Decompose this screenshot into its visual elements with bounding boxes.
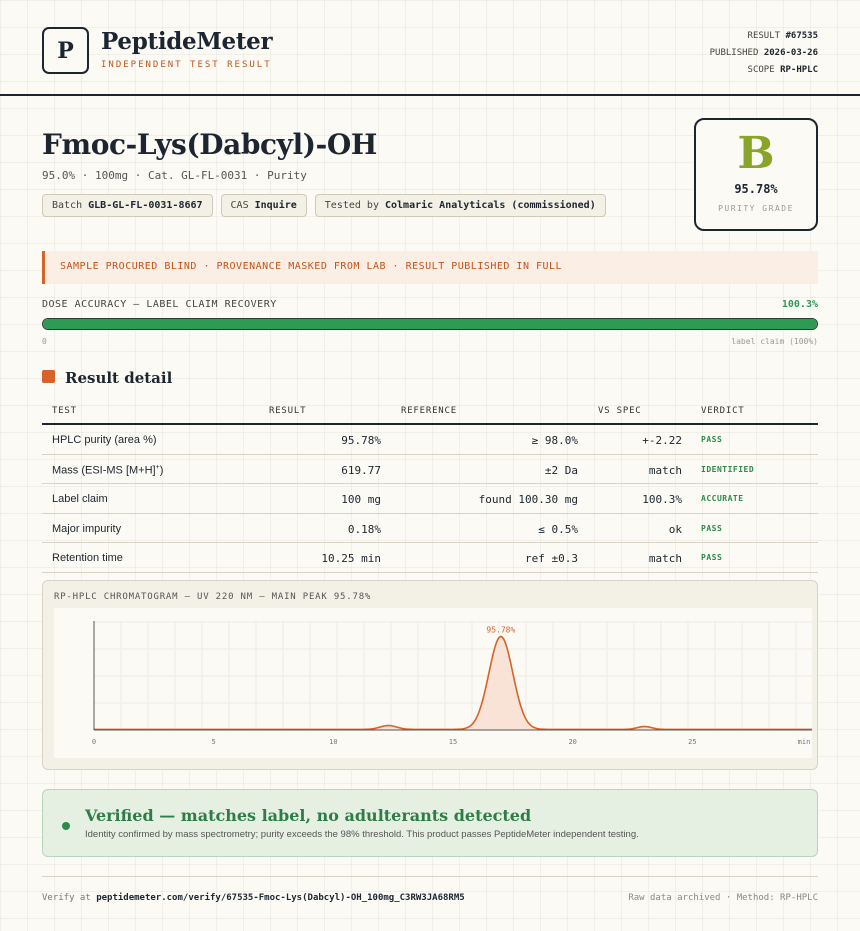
x-tick-label: 10 bbox=[329, 738, 337, 746]
cell-verdict: PASS bbox=[701, 523, 723, 533]
grade-letter: B bbox=[737, 128, 775, 179]
cell-verdict: ACCURATE bbox=[701, 494, 744, 503]
verified-dot-icon bbox=[62, 822, 70, 830]
cell-vs-spec: +-2.22 bbox=[642, 434, 682, 447]
chromatogram-svg: 0 5 10 15 20 25 min 95.78% bbox=[92, 621, 812, 746]
dose-accuracy-label: DOSE ACCURACY — LABEL CLAIM RECOVERY bbox=[42, 299, 277, 310]
table-header: TEST RESULT REFERENCE VS SPEC VERDICT bbox=[42, 400, 818, 425]
x-tick-label: 15 bbox=[449, 738, 457, 746]
table-row: Mass (ESI-MS [M+H]+) 619.77 ±2 Da match … bbox=[42, 455, 818, 484]
brand-name: PeptideMeter bbox=[101, 28, 273, 55]
cell-test: Mass (ESI-MS [M+H]+) bbox=[52, 463, 164, 477]
cell-test: Retention time bbox=[52, 552, 123, 564]
cell-verdict: IDENTIFIED bbox=[701, 464, 755, 474]
cell-reference: ref ±0.3 bbox=[525, 552, 578, 565]
dose-accuracy-bar bbox=[42, 318, 818, 330]
tested-by-chip: Tested by Colmaric Analyticals (commissi… bbox=[314, 194, 606, 217]
cas-chip: CAS Inquire bbox=[220, 194, 307, 217]
verify-link[interactable]: peptidemeter.com/verify/67535-Fmoc-Lys(D… bbox=[96, 893, 464, 903]
dose-accuracy-fill bbox=[43, 319, 817, 329]
table-row: Retention time 10.25 min ref ±0.3 match … bbox=[42, 543, 818, 573]
meta-result: RESULT #67535 bbox=[747, 31, 818, 41]
cell-reference: ±2 Da bbox=[544, 463, 578, 477]
cell-result: 100 mg bbox=[341, 493, 381, 506]
x-unit-label: min bbox=[798, 738, 811, 746]
x-tick-label: 25 bbox=[688, 738, 696, 746]
col-test: TEST bbox=[52, 406, 77, 416]
col-reference: REFERENCE bbox=[401, 406, 457, 416]
table-row: Major impurity 0.18% ≤ 0.5% ok PASS bbox=[42, 514, 818, 543]
cell-reference: ≥ 98.0% bbox=[531, 434, 578, 447]
purity-grade-card: B 95.78% PURITY GRADE bbox=[694, 118, 818, 231]
peak-label: 95.78% bbox=[486, 626, 515, 635]
meta-published: PUBLISHED 2026-03-26 bbox=[709, 48, 818, 58]
table-row: HPLC purity (area %) 95.78% ≥ 98.0% +-2.… bbox=[42, 425, 818, 455]
cell-vs-spec: ok bbox=[668, 522, 682, 536]
cell-result: 10.25 min bbox=[321, 552, 381, 565]
product-chips: Batch GLB-GL-FL-0031-8667 CAS Inquire Te… bbox=[42, 194, 606, 217]
x-tick-label: 5 bbox=[212, 738, 216, 746]
col-result: RESULT bbox=[269, 406, 307, 416]
grade-label: PURITY GRADE bbox=[718, 204, 794, 213]
section-marker bbox=[42, 370, 55, 383]
cell-result: 619.77 bbox=[341, 463, 381, 477]
cell-test: Major impurity bbox=[52, 522, 122, 535]
chromatogram-card: RP-HPLC CHROMATOGRAM — UV 220 NM — MAIN … bbox=[42, 580, 818, 770]
verified-body: Identity confirmed by mass spectrometry;… bbox=[85, 829, 639, 840]
dose-accuracy-value: 100.3% bbox=[781, 299, 818, 310]
result-table: TEST RESULT REFERENCE VS SPEC VERDICT HP… bbox=[42, 400, 818, 573]
x-tick-label: 20 bbox=[568, 738, 576, 746]
cell-reference: found 100.30 mg bbox=[478, 493, 578, 506]
cell-test: Label claim bbox=[52, 493, 108, 505]
chart-plot-area: 0 5 10 15 20 25 min 95.78% bbox=[54, 608, 812, 758]
cell-result: 95.78% bbox=[341, 434, 381, 447]
cell-test: HPLC purity (area %) bbox=[52, 434, 157, 446]
verified-title: Verified — matches label, no adulterants… bbox=[85, 806, 532, 825]
table-row: Label claim 100 mg found 100.30 mg 100.3… bbox=[42, 484, 818, 514]
page-header: P PeptideMeter INDEPENDENT TEST RESULT R… bbox=[0, 0, 860, 96]
verify-line: Verify at peptidemeter.com/verify/67535-… bbox=[42, 893, 465, 903]
section-title: Result detail bbox=[65, 369, 173, 387]
cell-result: 0.18% bbox=[347, 522, 381, 536]
footer-divider bbox=[42, 876, 818, 877]
result-meta: RESULT #67535 PUBLISHED 2026-03-26 SCOPE… bbox=[710, 28, 818, 79]
cell-vs-spec: match bbox=[648, 552, 682, 565]
brand-tagline: INDEPENDENT TEST RESULT bbox=[101, 60, 272, 70]
logo-badge: P bbox=[42, 27, 89, 74]
cell-verdict: PASS bbox=[701, 435, 723, 444]
chart-title: RP-HPLC CHROMATOGRAM — UV 220 NM — MAIN … bbox=[54, 592, 372, 602]
verified-panel: Verified — matches label, no adulterants… bbox=[42, 789, 818, 857]
col-verdict: VERDICT bbox=[701, 406, 745, 416]
blind-sample-banner: SAMPLE PROCURED BLIND · PROVENANCE MASKE… bbox=[42, 251, 818, 284]
product-name: Fmoc-Lys(Dabcyl)-OH bbox=[42, 128, 377, 161]
footer-method: Raw data archived · Method: RP-HPLC bbox=[628, 893, 818, 903]
cell-vs-spec: 100.3% bbox=[642, 493, 682, 506]
cell-vs-spec: match bbox=[648, 463, 682, 477]
x-tick-label: 0 bbox=[92, 738, 96, 746]
col-vs-spec: VS SPEC bbox=[598, 406, 642, 416]
batch-chip: Batch GLB-GL-FL-0031-8667 bbox=[42, 194, 213, 217]
cell-reference: ≤ 0.5% bbox=[538, 522, 578, 536]
meta-scope: SCOPE RP-HPLC bbox=[747, 65, 818, 75]
product-subtitle: 95.0% · 100mg · Cat. GL-FL-0031 · Purity bbox=[42, 169, 307, 182]
cell-verdict: PASS bbox=[701, 553, 723, 562]
bar-min-label: 0 bbox=[42, 337, 47, 346]
grade-value: 95.78% bbox=[734, 182, 778, 196]
bar-max-label: label claim (100%) bbox=[731, 337, 818, 346]
